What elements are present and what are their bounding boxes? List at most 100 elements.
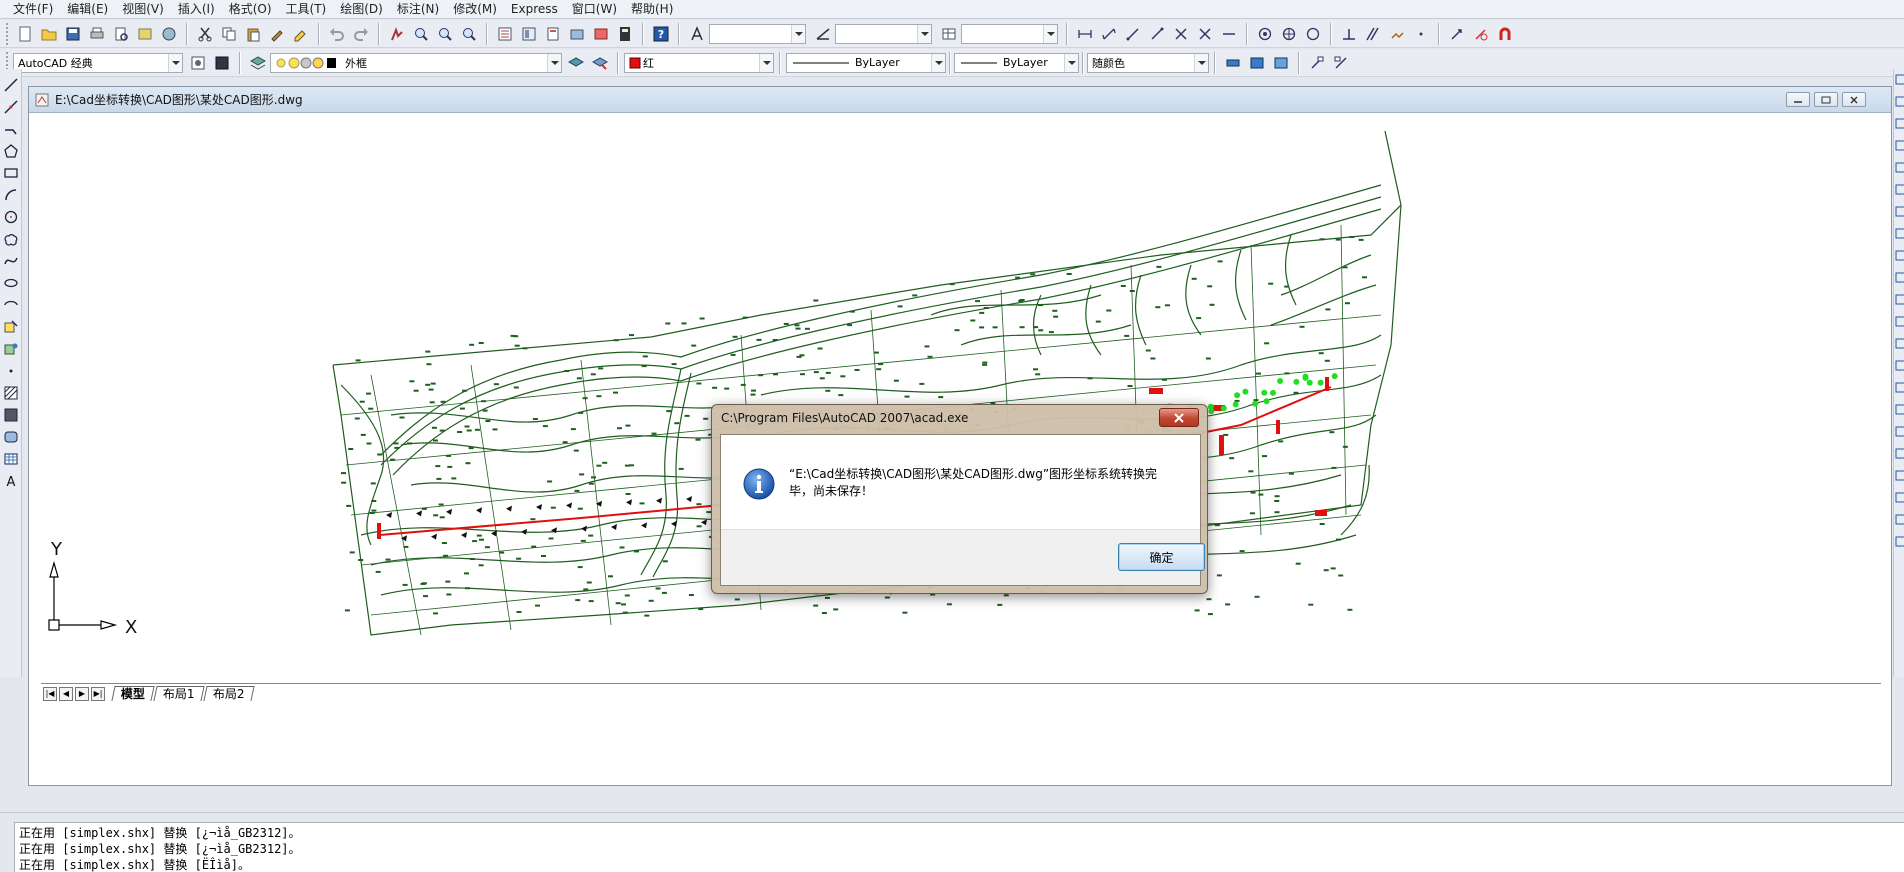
- modify-tool-button[interactable]: [1894, 179, 1904, 201]
- sheet-set-icon[interactable]: [566, 23, 588, 45]
- dim-radius-icon[interactable]: [1170, 23, 1192, 45]
- last-tab-button[interactable]: ▶|: [91, 687, 105, 701]
- layout-tab-1[interactable]: 布局1: [153, 686, 205, 701]
- menu-item-11[interactable]: 帮助(H): [624, 0, 680, 19]
- dim-aligned-icon[interactable]: [1098, 23, 1120, 45]
- close-drawing-button[interactable]: [1842, 92, 1866, 107]
- cut-icon[interactable]: [194, 23, 216, 45]
- copy-icon[interactable]: [218, 23, 240, 45]
- minimize-button[interactable]: [1786, 92, 1810, 107]
- modify-tool-button[interactable]: [1894, 377, 1904, 399]
- table-style-icon[interactable]: [938, 23, 960, 45]
- lineweight-combo[interactable]: ByLayer: [954, 52, 1079, 73]
- publish-icon[interactable]: [134, 23, 156, 45]
- zoom-window-icon[interactable]: [434, 23, 456, 45]
- menu-item-9[interactable]: Express: [504, 0, 565, 19]
- tolerance-icon[interactable]: [1338, 23, 1360, 45]
- zoom-realtime-icon[interactable]: [410, 23, 432, 45]
- ellipse-icon[interactable]: [2, 274, 20, 292]
- polyline-icon[interactable]: [2, 120, 20, 138]
- color-combo[interactable]: 红: [624, 52, 774, 73]
- menu-item-4[interactable]: 格式(O): [222, 0, 279, 19]
- modify-tool-button[interactable]: [1894, 267, 1904, 289]
- make-block-icon[interactable]: [2, 340, 20, 358]
- modify-tool-button[interactable]: [1894, 333, 1904, 355]
- dim-style-icon[interactable]: [812, 23, 834, 45]
- mtext-icon[interactable]: A: [2, 472, 20, 490]
- markup-icon[interactable]: [590, 23, 612, 45]
- tool-palettes-icon[interactable]: [542, 23, 564, 45]
- make-current-layer-icon[interactable]: [565, 52, 587, 74]
- modify-tool-button[interactable]: [1894, 245, 1904, 267]
- plotstyle-combo[interactable]: 随颜色: [1087, 52, 1209, 73]
- modify-tool-button[interactable]: [1894, 487, 1904, 509]
- first-tab-button[interactable]: |◀: [43, 687, 57, 701]
- modify-tool-button[interactable]: [1894, 91, 1904, 113]
- hatch-icon[interactable]: [2, 384, 20, 402]
- menu-item-1[interactable]: 编辑(E): [60, 0, 115, 19]
- modify-tool-button[interactable]: [1894, 509, 1904, 531]
- modify-tool-button[interactable]: [1894, 355, 1904, 377]
- text-style-combo[interactable]: [709, 23, 806, 44]
- gradient-icon[interactable]: [2, 406, 20, 424]
- modify-tool-button[interactable]: [1894, 311, 1904, 333]
- table-style-combo[interactable]: [961, 23, 1058, 44]
- next-tab-button[interactable]: ▶: [75, 687, 89, 701]
- modify-tool-button[interactable]: [1894, 399, 1904, 421]
- modify-tool-button[interactable]: [1894, 201, 1904, 223]
- dialog-close-button[interactable]: [1159, 408, 1199, 427]
- prev-tab-button[interactable]: ◀: [59, 687, 73, 701]
- point-icon[interactable]: [2, 362, 20, 380]
- undo-icon[interactable]: [326, 23, 348, 45]
- text-style-icon[interactable]: [686, 23, 708, 45]
- menu-item-3[interactable]: 插入(I): [171, 0, 222, 19]
- quick-dim-icon[interactable]: [1278, 23, 1300, 45]
- command-splitter[interactable]: [0, 812, 1904, 822]
- circle-icon[interactable]: [2, 208, 20, 226]
- modify-tool-button[interactable]: [1894, 113, 1904, 135]
- menu-item-2[interactable]: 视图(V): [115, 0, 171, 19]
- dim-text-edit-icon[interactable]: [1410, 23, 1432, 45]
- help-icon[interactable]: ?: [650, 23, 672, 45]
- modify-tool-button[interactable]: [1894, 69, 1904, 91]
- modify-tool-button[interactable]: [1894, 531, 1904, 553]
- revision-cloud-icon[interactable]: [2, 230, 20, 248]
- polygon-icon[interactable]: [2, 142, 20, 160]
- modify-tool-button[interactable]: [1894, 223, 1904, 245]
- zoom-previous-icon[interactable]: [458, 23, 480, 45]
- table-style-manager-icon[interactable]: [1270, 52, 1292, 74]
- line-icon[interactable]: [2, 76, 20, 94]
- dim-jogged-icon[interactable]: [1218, 23, 1240, 45]
- menu-item-6[interactable]: 绘图(D): [333, 0, 390, 19]
- menu-item-5[interactable]: 工具(T): [279, 0, 334, 19]
- layer-combo[interactable]: 外框: [270, 52, 562, 73]
- layout-tab-2[interactable]: 布局2: [203, 686, 254, 701]
- layer-manager-icon[interactable]: [247, 52, 269, 74]
- menu-item-0[interactable]: 文件(F): [6, 0, 60, 19]
- spline-icon[interactable]: [2, 252, 20, 270]
- dim-arc-icon[interactable]: [1122, 23, 1144, 45]
- dim-override-icon[interactable]: [1470, 23, 1492, 45]
- match-properties-icon[interactable]: [266, 23, 288, 45]
- save-icon[interactable]: [62, 23, 84, 45]
- arc-icon[interactable]: [2, 186, 20, 204]
- text-style-manager-icon[interactable]: [1246, 52, 1268, 74]
- ok-button[interactable]: 确定: [1118, 543, 1205, 571]
- dim-ordinate-icon[interactable]: [1146, 23, 1168, 45]
- modify-tool-button[interactable]: [1894, 421, 1904, 443]
- workspace-settings-icon[interactable]: [187, 52, 209, 74]
- rectangle-icon[interactable]: [2, 164, 20, 182]
- pan-icon[interactable]: [386, 23, 408, 45]
- center-mark-icon[interactable]: [1362, 23, 1384, 45]
- layout-tab-0[interactable]: 模型: [111, 686, 155, 701]
- paste-icon[interactable]: [242, 23, 264, 45]
- open-folder-icon[interactable]: [38, 23, 60, 45]
- layer-previous-icon[interactable]: [589, 52, 611, 74]
- new-file-icon[interactable]: [14, 23, 36, 45]
- 3d-dwf-icon[interactable]: [158, 23, 180, 45]
- design-center-icon[interactable]: [518, 23, 540, 45]
- modify-tool-button[interactable]: [1894, 135, 1904, 157]
- modify-tool-button[interactable]: [1894, 465, 1904, 487]
- workspace-combo[interactable]: AutoCAD 经典: [13, 52, 183, 73]
- command-history[interactable]: 正在用 [simplex.shx] 替换 [¿¬ìå_GB2312]。 正在用 […: [14, 822, 1904, 872]
